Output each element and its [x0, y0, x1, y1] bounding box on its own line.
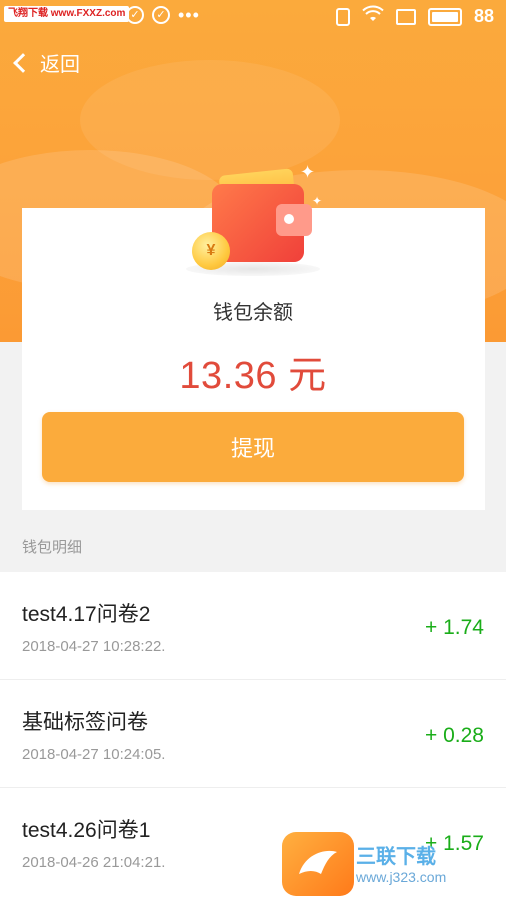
balance-title: 钱包余额 [213, 302, 293, 324]
back-button[interactable]: 返回 [13, 48, 80, 77]
sparkle-icon: ✦ [312, 194, 323, 208]
more-dots-icon: ••• [178, 5, 200, 25]
coin-icon: ¥ [192, 232, 230, 270]
back-label: 返回 [40, 54, 80, 76]
list-item[interactable]: test4.17问卷2 2018-04-27 10:28:22. + 1.74 [0, 572, 506, 680]
notification-icons: ✓ ✓ ••• [126, 6, 200, 24]
battery-level: 88 [473, 6, 494, 26]
wallet-icon: ¥ ✦ ✦ [184, 160, 324, 280]
battery-icon [427, 7, 462, 26]
item-amount: + 0.28 [425, 724, 484, 747]
watermark-logo-icon [282, 832, 354, 896]
watermark-logo-text: 三联下载 www.j323.com [356, 840, 502, 892]
site-watermark: 飞翔下载 www.FXXZ.com [4, 6, 130, 22]
wifi-icon [362, 5, 384, 28]
status-bar: 飞翔下载 www.FXXZ.com ✓ ✓ ••• 88 [0, 0, 506, 32]
item-time: 2018-04-26 21:04:21. [22, 854, 166, 871]
list-item[interactable]: 基础标签问卷 2018-04-27 10:24:05. + 0.28 [0, 680, 506, 788]
system-icons: 88 [335, 5, 494, 28]
item-title: 基础标签问卷 [22, 711, 148, 734]
vibrate-icon [335, 7, 350, 26]
details-section-title: 钱包明细 [22, 539, 83, 556]
item-title: test4.26问卷1 [22, 819, 151, 842]
item-time: 2018-04-27 10:28:22. [22, 638, 166, 655]
item-amount: + 1.74 [425, 616, 484, 639]
watermark-name: 三联下载 [356, 846, 436, 868]
check-circle-icon: ✓ [126, 6, 144, 24]
check-circle-icon: ✓ [152, 6, 170, 24]
screen-icon [395, 8, 416, 25]
sparkle-icon: ✦ [300, 162, 316, 182]
watermark-url: www.j323.com [356, 869, 447, 885]
item-time: 2018-04-27 10:24:05. [22, 746, 166, 763]
balance-amount: 13.36 元 [179, 355, 327, 397]
item-title: test4.17问卷2 [22, 603, 151, 626]
withdraw-button[interactable]: 提现 [42, 412, 464, 482]
chevron-left-icon [13, 53, 33, 73]
